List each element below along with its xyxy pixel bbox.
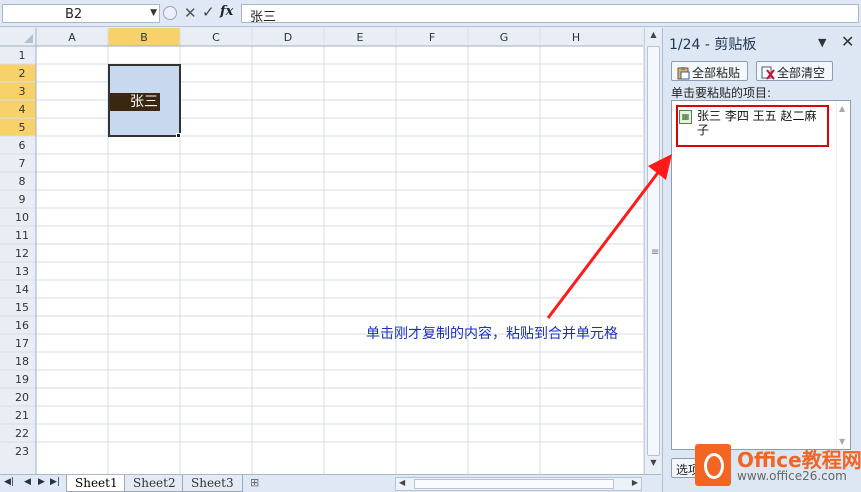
arrow-line (546, 169, 662, 319)
office26-logo: Office教程网 www.office26.com (695, 440, 861, 492)
arrow-head (648, 154, 672, 180)
annotation-text: 单击刚才复制的内容，粘贴到合并单元格 (366, 326, 618, 342)
logo-url: www.office26.com (737, 469, 847, 483)
office-logo-icon (695, 444, 731, 486)
annotation-arrow (546, 154, 672, 319)
